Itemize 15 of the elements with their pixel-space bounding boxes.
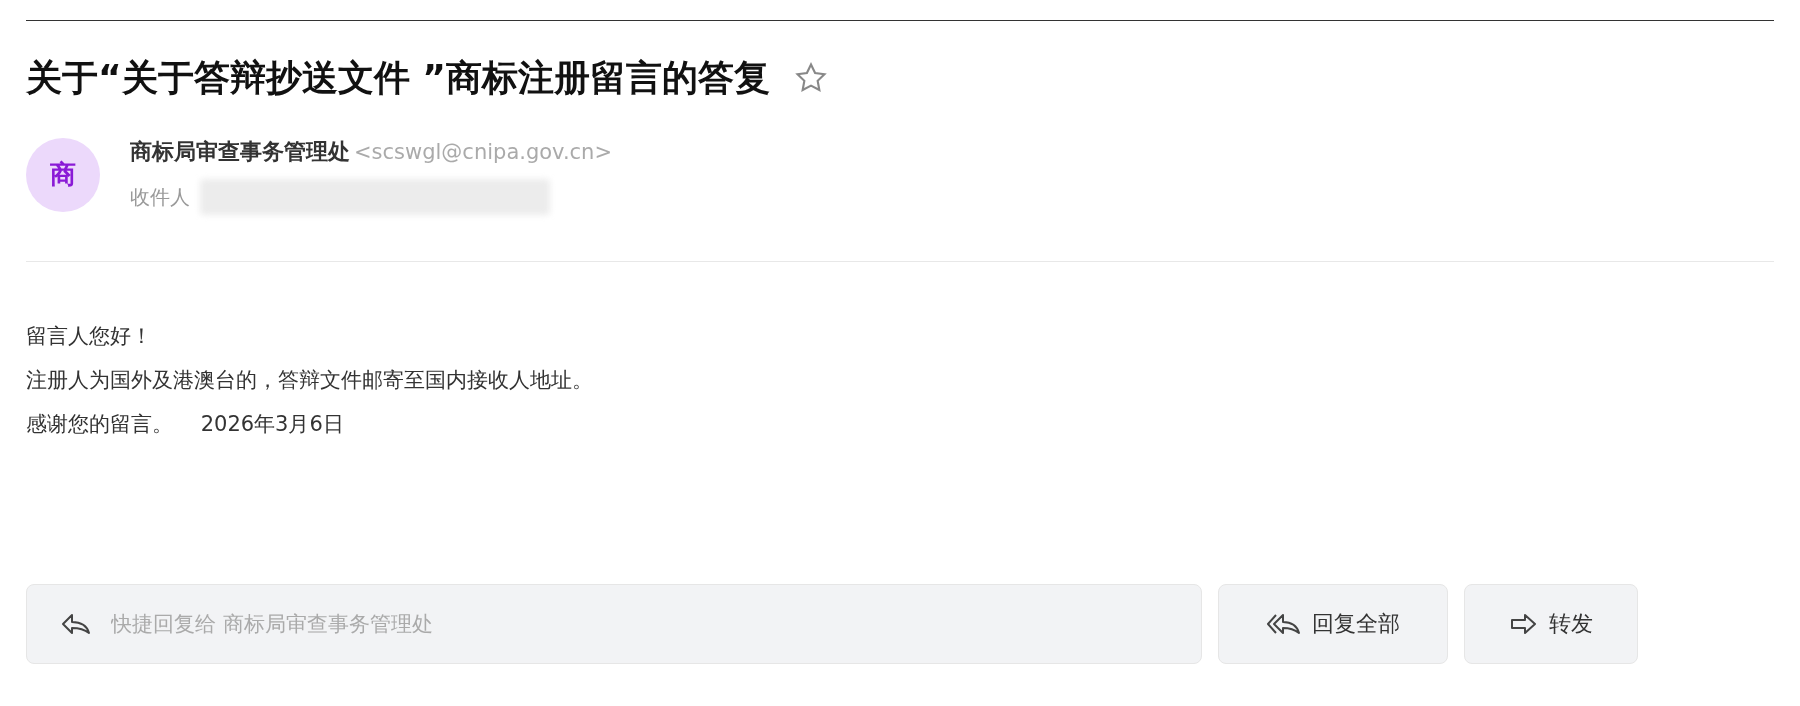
sender-avatar: 商 bbox=[26, 137, 100, 212]
reply-icon bbox=[60, 611, 92, 636]
sender-name: 商标局审查事务管理处 bbox=[130, 138, 350, 166]
body-line: 注册人为国外及港澳台的，答辩文件邮寄至国内接收人地址。 bbox=[26, 366, 594, 394]
body-line: 感谢您的留言。 2026年3月6日 bbox=[26, 410, 345, 438]
email-subject: 关于“关于答辩抄送文件 ”商标注册留言的答复 bbox=[26, 56, 770, 100]
body-line: 留言人您好！ bbox=[26, 322, 153, 350]
sender-address: <scswgl@cnipa.gov.cn> bbox=[354, 139, 613, 166]
star-icon[interactable] bbox=[793, 61, 828, 95]
forward-icon bbox=[1509, 611, 1539, 636]
quick-reply-field[interactable]: 快捷回复给 商标局审查事务管理处 bbox=[26, 583, 1202, 664]
forward-button[interactable]: 转发 bbox=[1464, 583, 1638, 664]
reply-all-button[interactable]: 回复全部 bbox=[1218, 583, 1448, 664]
recipient-label: 收件人 bbox=[130, 183, 190, 211]
reply-all-icon bbox=[1266, 611, 1302, 636]
